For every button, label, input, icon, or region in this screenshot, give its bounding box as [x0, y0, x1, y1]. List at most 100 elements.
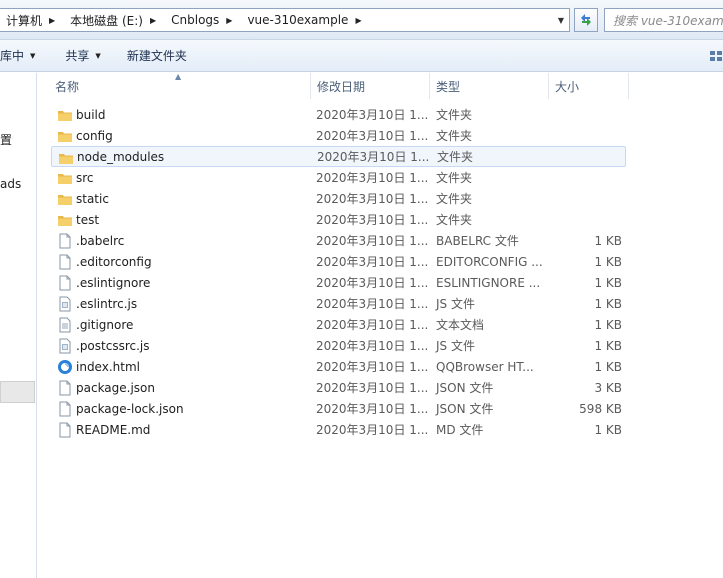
file-type: JS 文件 — [436, 339, 475, 353]
file-row[interactable]: static 2020年3月10日 1... 文件夹 — [51, 188, 626, 209]
file-type: 文件夹 — [436, 171, 473, 185]
chevron-right-icon[interactable]: ▶ — [146, 16, 160, 25]
breadcrumb-cnblogs[interactable]: Cnblogs ▶ — [164, 9, 240, 31]
file-modified-date: 2020年3月10日 1... — [316, 318, 429, 332]
file-name: .eslintrc.js — [76, 296, 138, 311]
file-modified-date: 2020年3月10日 1... — [316, 171, 429, 185]
folder-icon — [57, 128, 73, 144]
file-name: package-lock.json — [76, 401, 184, 416]
file-row[interactable]: index.html 2020年3月10日 1... QQBrowser HT...… — [51, 356, 626, 377]
column-name[interactable]: 名称 — [49, 73, 311, 99]
file-modified-date: 2020年3月10日 1... — [316, 255, 429, 269]
column-size[interactable]: 大小 — [549, 73, 629, 99]
file-row[interactable]: build 2020年3月10日 1... 文件夹 — [51, 104, 626, 125]
breadcrumb-drive[interactable]: 本地磁盘 (E:) ▶ — [63, 9, 164, 31]
file-row[interactable]: .postcssrc.js 2020年3月10日 1... JS 文件 1 KB — [51, 335, 626, 356]
search-placeholder: 搜索 vue-310example — [613, 13, 723, 28]
script-file-icon — [57, 338, 73, 354]
navigation-pane[interactable]: 置 ads — [0, 73, 37, 578]
file-row[interactable]: package-lock.json 2020年3月10日 1... JSON 文件 5… — [51, 398, 626, 419]
file-name: config — [76, 128, 113, 143]
file-modified-date: 2020年3月10日 1... — [316, 234, 429, 248]
file-type: 文件夹 — [436, 192, 473, 206]
address-bar[interactable]: 计算机 ▶ 本地磁盘 (E:) ▶ Cnblogs ▶ vue-310examp… — [0, 8, 570, 32]
file-modified-date: 2020年3月10日 1... — [316, 108, 429, 122]
file-name: .postcssrc.js — [76, 338, 150, 353]
file-name: src — [76, 170, 94, 185]
file-size: 1 KB — [594, 422, 622, 437]
file-icon — [57, 422, 73, 438]
file-name: .eslintignore — [76, 275, 151, 290]
file-icon — [57, 254, 73, 270]
file-size: 598 KB — [579, 401, 622, 416]
refresh-icon — [581, 14, 591, 26]
nav-item-location[interactable]: 置 — [0, 131, 36, 148]
refresh-button[interactable] — [574, 8, 598, 32]
file-row[interactable]: .eslintrc.js 2020年3月10日 1... JS 文件 1 KB — [51, 293, 626, 314]
file-type: ESLINTIGNORE ... — [436, 275, 541, 290]
breadcrumb-label: Cnblogs — [171, 13, 220, 27]
file-size: 1 KB — [594, 317, 622, 332]
view-options-icon[interactable] — [708, 48, 723, 64]
file-row[interactable]: .babelrc 2020年3月10日 1... BABELRC 文件 1 KB — [51, 230, 626, 251]
file-modified-date: 2020年3月10日 1... — [316, 192, 429, 206]
include-in-library-button[interactable]: 库中 ▼ — [0, 44, 44, 68]
file-size: 1 KB — [594, 359, 622, 374]
file-modified-date: 2020年3月10日 1... — [316, 381, 429, 395]
file-row[interactable]: package.json 2020年3月10日 1... JSON 文件 3 KB — [51, 377, 626, 398]
folder-icon — [57, 170, 73, 186]
file-row[interactable]: src 2020年3月10日 1... 文件夹 — [51, 167, 626, 188]
file-type: BABELRC 文件 — [436, 234, 519, 248]
file-modified-date: 2020年3月10日 1... — [316, 297, 429, 311]
file-row[interactable]: config 2020年3月10日 1... 文件夹 — [51, 125, 626, 146]
file-row[interactable]: node_modules 2020年3月10日 1... 文件夹 — [51, 146, 626, 167]
command-bar: 库中 ▼ 共享 ▼ 新建文件夹 — [0, 40, 723, 72]
nav-item-label: ads — [0, 177, 22, 191]
text-file-icon — [57, 317, 73, 333]
file-type: 文本文档 — [436, 318, 485, 332]
file-modified-date: 2020年3月10日 1... — [316, 339, 429, 353]
column-modified[interactable]: 修改日期 — [311, 73, 430, 99]
file-type: 文件夹 — [436, 129, 473, 143]
file-size: 1 KB — [594, 233, 622, 248]
address-history-dropdown[interactable]: ▼ — [553, 9, 569, 31]
file-row[interactable]: README.md 2020年3月10日 1... MD 文件 1 KB — [51, 419, 626, 440]
file-type: JSON 文件 — [436, 402, 494, 416]
file-type: 文件夹 — [437, 150, 474, 164]
breadcrumb-computer[interactable]: 计算机 ▶ — [0, 9, 63, 31]
script-file-icon — [57, 296, 73, 312]
column-type[interactable]: 类型 — [430, 73, 549, 99]
search-input[interactable]: 搜索 vue-310example — [604, 8, 723, 32]
file-icon — [57, 380, 73, 396]
chevron-right-icon[interactable]: ▶ — [222, 16, 236, 25]
nav-item-downloads[interactable]: ads — [0, 177, 36, 191]
column-label: 大小 — [555, 79, 580, 94]
column-label: 类型 — [436, 79, 461, 94]
button-label: 共享 — [65, 49, 90, 63]
file-size: 1 KB — [594, 296, 622, 311]
folder-icon — [58, 150, 74, 166]
file-row[interactable]: .editorconfig 2020年3月10日 1... EDITORCONFIG… — [51, 251, 626, 272]
column-label: 名称 — [55, 79, 80, 94]
file-type: 文件夹 — [436, 213, 473, 227]
file-row[interactable]: .gitignore 2020年3月10日 1... 文本文档 1 KB — [51, 314, 626, 335]
share-button[interactable]: 共享 ▼ — [56, 44, 109, 68]
file-modified-date: 2020年3月10日 1... — [317, 150, 430, 164]
file-row[interactable]: .eslintignore 2020年3月10日 1... ESLINTIGNORE… — [51, 272, 626, 293]
breadcrumb-project[interactable]: vue-310example ▶ — [240, 9, 369, 31]
file-type: JSON 文件 — [436, 381, 494, 395]
button-label: 新建文件夹 — [126, 49, 187, 63]
file-size: 1 KB — [594, 338, 622, 353]
file-type: 文件夹 — [436, 108, 473, 122]
nav-item-selected[interactable] — [0, 381, 35, 403]
chevron-down-icon: ▼ — [557, 15, 565, 25]
file-type: EDITORCONFIG ... — [436, 254, 543, 269]
file-modified-date: 2020年3月10日 1... — [316, 129, 429, 143]
chevron-right-icon[interactable]: ▶ — [45, 16, 59, 25]
file-row[interactable]: test 2020年3月10日 1... 文件夹 — [51, 209, 626, 230]
chevron-right-icon[interactable]: ▶ — [351, 16, 365, 25]
file-icon — [57, 233, 73, 249]
file-modified-date: 2020年3月10日 1... — [316, 360, 429, 374]
new-folder-button[interactable]: 新建文件夹 — [118, 44, 196, 68]
file-modified-date: 2020年3月10日 1... — [316, 276, 429, 290]
